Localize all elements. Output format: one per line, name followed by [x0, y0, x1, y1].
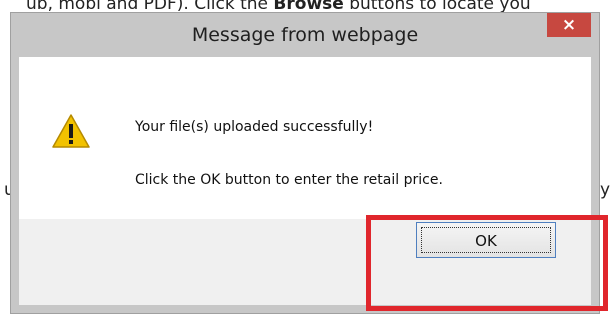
close-button[interactable]: × — [547, 13, 591, 37]
dialog-title: Message from webpage — [191, 24, 419, 46]
dialog-body: Your file(s) uploaded successfully! Clic… — [19, 57, 591, 219]
highlight-annotation — [366, 215, 608, 311]
dialog-message-line-1: Your file(s) uploaded successfully! — [135, 119, 374, 135]
dialog-titlebar[interactable]: Message from webpage × — [11, 13, 599, 57]
close-icon: × — [561, 15, 577, 35]
background-fragment-right: y — [600, 180, 611, 200]
dialog-message-line-2: Click the OK button to enter the retail … — [135, 172, 443, 188]
warning-icon — [52, 114, 90, 148]
